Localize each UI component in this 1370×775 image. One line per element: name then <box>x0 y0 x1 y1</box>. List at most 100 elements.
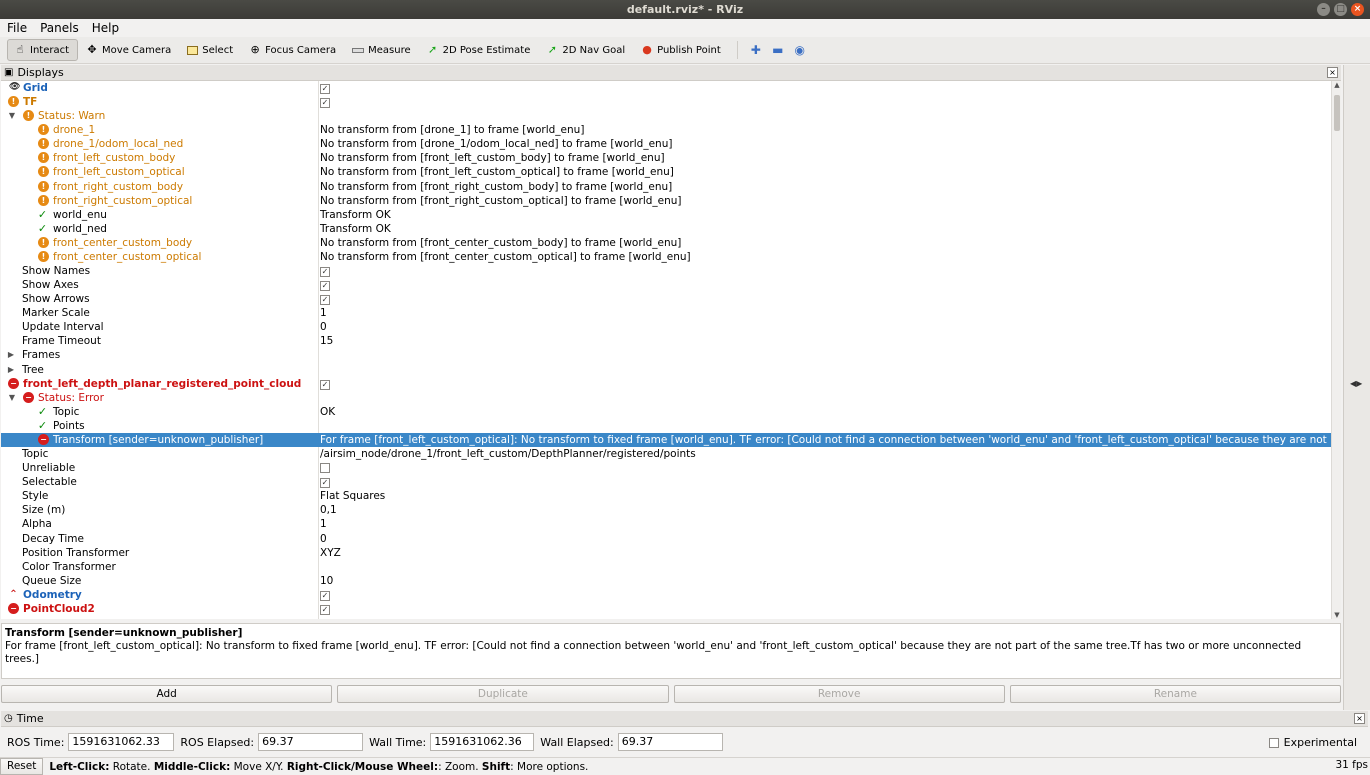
property-tree[interactable]: ▶ Tree <box>1 363 1331 377</box>
experimental-checkbox[interactable] <box>1268 737 1279 748</box>
selectable-checkbox[interactable]: ✓ <box>320 478 330 489</box>
enable-checkbox[interactable]: ✓ <box>320 604 330 615</box>
enable-checkbox[interactable]: ✓ <box>320 84 330 94</box>
property-frame-timeout[interactable]: Frame Timeout 15 <box>1 334 1331 348</box>
remove-tool-icon[interactable]: ▬ <box>768 39 788 61</box>
display-odometry[interactable]: ⌃ Odometry ✓ <box>1 588 1331 602</box>
rename-button[interactable]: Rename <box>1009 685 1341 703</box>
minimize-icon[interactable]: – <box>1317 3 1330 16</box>
property-marker-scale[interactable]: Marker Scale 1 <box>1 306 1331 320</box>
remove-button[interactable]: Remove <box>673 685 1005 703</box>
add-button[interactable]: Add <box>1 685 333 703</box>
tool-focus-camera[interactable]: ⊕ Focus Camera <box>243 39 344 61</box>
property-selectable[interactable]: Selectable ✓ <box>1 475 1331 489</box>
row-value[interactable]: 0 <box>319 532 1331 546</box>
tf-frame-row[interactable]: ✓ world_enu Transform OK <box>1 208 1331 222</box>
menu-help[interactable]: Help <box>92 21 119 35</box>
display-tf[interactable]: ! TF ✓ <box>1 95 1331 109</box>
row-value[interactable]: 10 <box>319 574 1331 588</box>
show-axes-checkbox[interactable]: ✓ <box>320 281 330 292</box>
ros-time-field[interactable]: 1591631062.33 <box>68 733 175 751</box>
experimental-toggle[interactable]: Experimental <box>1268 736 1357 749</box>
display-point-cloud[interactable]: − front_left_depth_planar_registered_poin… <box>1 377 1331 391</box>
tf-frame-row[interactable]: ! front_right_custom_body No transform fr… <box>1 180 1331 194</box>
scroll-up-icon[interactable]: ▲ <box>1332 81 1342 89</box>
wall-time-field[interactable]: 1591631062.36 <box>430 733 535 751</box>
tf-frame-row[interactable]: ! drone_1 No transform from [drone_1] to … <box>1 123 1331 137</box>
scrollbar-thumb[interactable] <box>1334 95 1340 131</box>
row-value[interactable] <box>319 560 1331 574</box>
expand-arrow-icon[interactable]: ▶ <box>6 348 16 362</box>
expand-arrow-icon[interactable]: ▶ <box>6 363 16 377</box>
tf-frame-row[interactable]: ✓ world_ned Transform OK <box>1 222 1331 236</box>
tool-move-camera[interactable]: ✥ Move Camera <box>80 39 179 61</box>
property-alpha[interactable]: Alpha 1 <box>1 517 1331 531</box>
tf-frame-row[interactable]: ! drone_1/odom_local_ned No transform fro… <box>1 137 1331 151</box>
unreliable-checkbox[interactable] <box>320 463 330 474</box>
property-show-axes[interactable]: Show Axes ✓ <box>1 278 1331 292</box>
property-queue-size[interactable]: Queue Size 10 <box>1 574 1331 588</box>
tool-interact[interactable]: ☝ Interact <box>7 39 79 61</box>
row-value[interactable]: 0,1 <box>319 503 1331 517</box>
property-style[interactable]: Style Flat Squares <box>1 489 1331 503</box>
property-decay-time[interactable]: Decay Time 0 <box>1 532 1331 546</box>
tool-2d-nav-goal[interactable]: ➚ 2D Nav Goal <box>540 39 633 61</box>
property-size[interactable]: Size (m) 0,1 <box>1 503 1331 517</box>
ros-elapsed-field[interactable]: 69.37 <box>258 733 364 751</box>
property-update-interval[interactable]: Update Interval 0 <box>1 320 1331 334</box>
tf-frame-row[interactable]: ! front_center_custom_optical No transfor… <box>1 250 1331 264</box>
menu-panels[interactable]: Panels <box>40 21 79 35</box>
tf-frame-row[interactable]: ! front_left_custom_body No transform fro… <box>1 151 1331 165</box>
menu-file[interactable]: File <box>7 21 27 35</box>
wall-elapsed-field[interactable]: 69.37 <box>617 733 723 751</box>
add-tool-icon[interactable]: ✚ <box>746 39 766 61</box>
expand-arrow-icon[interactable]: ▼ <box>7 391 17 405</box>
row-value[interactable]: XYZ <box>319 546 1331 560</box>
status-points-row[interactable]: ✓ Points <box>1 419 1331 433</box>
close-icon[interactable]: × <box>1327 67 1338 78</box>
property-show-arrows[interactable]: Show Arrows ✓ <box>1 292 1331 306</box>
row-value[interactable]: 1 <box>319 306 1331 320</box>
display-pointcloud2[interactable]: − PointCloud2 ✓ <box>1 602 1331 616</box>
right-dock-handle[interactable]: ◀▶ <box>1343 65 1370 710</box>
show-arrows-checkbox[interactable]: ✓ <box>320 295 330 306</box>
enable-checkbox[interactable]: ✓ <box>320 379 330 390</box>
property-unreliable[interactable]: Unreliable <box>1 461 1331 475</box>
expand-arrow-icon[interactable]: ▼ <box>7 109 17 123</box>
tree-scrollbar[interactable]: ▲ ▼ <box>1331 81 1341 619</box>
row-value[interactable]: /airsim_node/drone_1/front_left_custom/D… <box>319 447 1331 461</box>
show-names-checkbox[interactable]: ✓ <box>320 267 330 278</box>
row-value[interactable]: 15 <box>319 334 1331 348</box>
status-warn-row[interactable]: ▼! Status: Warn <box>1 109 1331 123</box>
close-icon[interactable]: × <box>1351 3 1364 16</box>
enable-checkbox[interactable]: ✓ <box>320 590 330 601</box>
close-icon[interactable]: × <box>1354 713 1365 724</box>
property-frames[interactable]: ▶ Frames <box>1 348 1331 362</box>
scroll-down-icon[interactable]: ▼ <box>1332 611 1342 619</box>
maximize-icon[interactable]: □ <box>1334 3 1347 16</box>
enable-checkbox[interactable]: ✓ <box>320 98 330 109</box>
property-color-transformer[interactable]: Color Transformer <box>1 560 1331 574</box>
reset-button[interactable]: Reset <box>0 758 44 775</box>
tf-frame-row[interactable]: ! front_center_custom_body No transform f… <box>1 236 1331 250</box>
tf-frame-row[interactable]: ! front_right_custom_optical No transform… <box>1 194 1331 208</box>
status-error-row[interactable]: ▼ − Status: Error <box>1 391 1331 405</box>
display-grid[interactable]: 👁 Grid ✓ <box>1 81 1331 95</box>
row-label: Topic <box>53 405 80 418</box>
tool-select[interactable]: Select <box>181 39 241 61</box>
row-value[interactable]: 1 <box>319 517 1331 531</box>
property-show-names[interactable]: Show Names ✓ <box>1 264 1331 278</box>
collapse-arrows-icon[interactable]: ◀▶ <box>1350 379 1362 388</box>
tool-measure[interactable]: Measure <box>346 39 419 61</box>
status-topic-row[interactable]: ✓ Topic OK <box>1 405 1331 419</box>
tool-publish-point[interactable]: ● Publish Point <box>635 39 729 61</box>
row-value[interactable]: 0 <box>319 320 1331 334</box>
property-position-transformer[interactable]: Position Transformer XYZ <box>1 546 1331 560</box>
status-transform-row[interactable]: − Transform [sender=unknown_publisher] Fo… <box>1 432 1331 448</box>
row-value[interactable]: Flat Squares <box>319 489 1331 503</box>
tool-properties-icon[interactable]: ◉ <box>790 39 810 61</box>
duplicate-button[interactable]: Duplicate <box>337 685 669 703</box>
tool-2d-pose-estimate[interactable]: ➚ 2D Pose Estimate <box>421 39 539 61</box>
property-topic[interactable]: Topic /airsim_node/drone_1/front_left_cu… <box>1 447 1331 461</box>
tf-frame-row[interactable]: ! front_left_custom_optical No transform … <box>1 165 1331 179</box>
